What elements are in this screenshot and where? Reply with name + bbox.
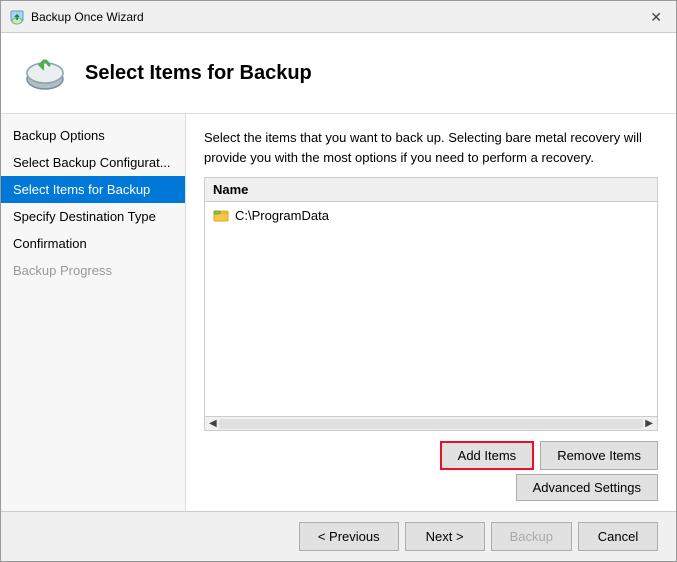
scroll-track[interactable]	[219, 419, 644, 429]
sidebar-item-backup-progress: Backup Progress	[1, 257, 185, 284]
header-title: Select Items for Backup	[85, 62, 312, 85]
horizontal-scrollbar[interactable]: ◀ ▶	[205, 416, 657, 430]
title-bar-text: Backup Once Wizard	[31, 10, 644, 24]
items-list-container: Name C:\ProgramData	[204, 177, 658, 431]
previous-button[interactable]: < Previous	[299, 522, 399, 551]
scroll-right-icon[interactable]: ▶	[643, 418, 655, 429]
list-scroll-area[interactable]: C:\ProgramData	[205, 202, 657, 416]
folder-icon	[213, 207, 229, 223]
cancel-button[interactable]: Cancel	[578, 522, 658, 551]
next-button[interactable]: Next >	[405, 522, 485, 551]
remove-items-button[interactable]: Remove Items	[540, 441, 658, 470]
app-icon	[9, 9, 25, 25]
description-text: Select the items that you want to back u…	[204, 128, 658, 167]
header-area: Select Items for Backup	[1, 33, 676, 114]
title-bar: Backup Once Wizard ✕	[1, 1, 676, 33]
footer-area: < Previous Next > Backup Cancel	[1, 511, 676, 561]
sidebar-item-select-items[interactable]: Select Items for Backup	[1, 176, 185, 203]
bottom-btn-row: Advanced Settings	[516, 474, 658, 501]
main-panel: Select the items that you want to back u…	[186, 114, 676, 511]
header-icon	[21, 49, 69, 97]
sidebar-item-backup-options[interactable]: Backup Options	[1, 122, 185, 149]
list-item[interactable]: C:\ProgramData	[205, 202, 657, 228]
list-item-label: C:\ProgramData	[235, 208, 329, 223]
list-column-header: Name	[205, 178, 657, 202]
add-items-button[interactable]: Add Items	[440, 441, 535, 470]
sidebar: Backup Options Select Backup Configurat.…	[1, 114, 186, 511]
sidebar-item-confirmation[interactable]: Confirmation	[1, 230, 185, 257]
backup-button[interactable]: Backup	[491, 522, 572, 551]
sidebar-item-destination-type[interactable]: Specify Destination Type	[1, 203, 185, 230]
scroll-left-icon[interactable]: ◀	[207, 418, 219, 429]
sidebar-item-select-backup-config[interactable]: Select Backup Configurat...	[1, 149, 185, 176]
close-button[interactable]: ✕	[644, 8, 668, 26]
wizard-window: Backup Once Wizard ✕ Select Items for Ba…	[0, 0, 677, 562]
content-area: Backup Options Select Backup Configurat.…	[1, 114, 676, 511]
top-btn-row: Add Items Remove Items	[440, 441, 658, 470]
action-buttons-area: Add Items Remove Items Advanced Settings	[204, 441, 658, 501]
advanced-settings-button[interactable]: Advanced Settings	[516, 474, 658, 501]
